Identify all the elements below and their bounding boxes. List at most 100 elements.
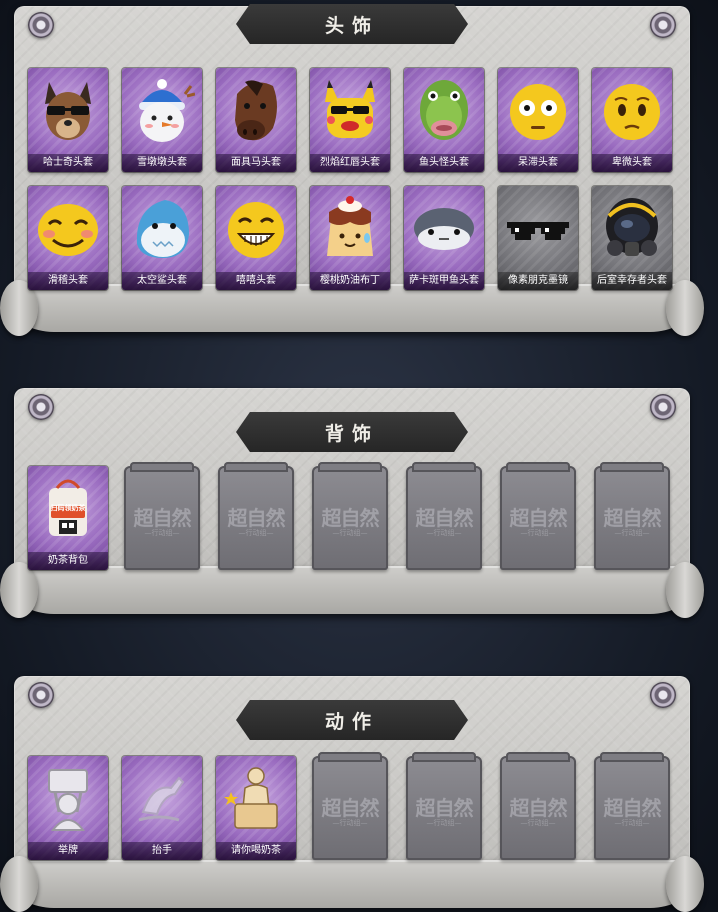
stunned-emoji-mask-icon [505, 74, 571, 148]
backpack-sign-text: 扫码领奶茶 [50, 504, 86, 512]
emblem-icon [28, 394, 54, 420]
locked-slot: 超自然 —行动组— [218, 462, 294, 570]
emblem-icon [650, 682, 676, 708]
emblem-icon [28, 12, 54, 38]
panel-scroll-bottom [14, 566, 690, 614]
item-label: 雪墩墩头套 [122, 154, 202, 172]
item-label: 面具马头套 [216, 154, 296, 172]
section-title-plate: 动作 [236, 700, 468, 740]
gas-mask-helmet-icon [599, 192, 665, 266]
milk-tea-backpack-icon: 扫码领奶茶 [35, 472, 101, 546]
locked-watermark: 超自然 [509, 796, 568, 820]
locked-slot: 超自然 —行动组— [500, 462, 576, 570]
locked-watermark: 超自然 [603, 796, 662, 820]
item-card-hold-sign-action[interactable]: 举牌 [28, 756, 108, 860]
item-label: 滑稽头套 [28, 272, 108, 290]
item-label: 卑微头套 [592, 154, 672, 172]
pixel-sunglasses-icon [505, 192, 571, 266]
horse-mask-icon [223, 74, 289, 148]
locked-watermark-sub: —行动组— [238, 529, 274, 537]
fish-head-mask-icon [411, 74, 477, 148]
item-card-husky-mask[interactable]: 哈士奇头套 [28, 68, 108, 172]
item-card-humble-emoji-mask[interactable]: 卑微头套 [592, 68, 672, 172]
item-card-funny-emoji-mask[interactable]: 滑稽头套 [28, 186, 108, 290]
locked-watermark-sub: —行动组— [426, 529, 462, 537]
scroll-roll-left [0, 856, 38, 912]
item-card-horse-mask[interactable]: 面具马头套 [216, 68, 296, 172]
locked-watermark: 超自然 [321, 506, 380, 530]
action-panel: 动作 举牌 抬手 请你喝奶茶 超自然 —行动组— 超自然 —行动组— 超自然 —行动组… [0, 676, 704, 912]
locked-slot: 超自然 —行动组— [594, 752, 670, 860]
scroll-roll-left [0, 562, 38, 618]
locked-watermark: 超自然 [509, 506, 568, 530]
scroll-roll-right [666, 856, 704, 912]
section-title: 头饰 [324, 14, 379, 37]
item-label: 嘻嘻头套 [216, 272, 296, 290]
item-card-raise-hand-action[interactable]: 抬手 [122, 756, 202, 860]
locked-slot: 超自然 —行动组— [406, 462, 482, 570]
item-label: 萨卡斑甲鱼头套 [404, 272, 484, 290]
locked-watermark: 超自然 [415, 796, 474, 820]
locked-watermark-sub: —行动组— [332, 819, 368, 827]
locked-watermark-sub: —行动组— [614, 819, 650, 827]
locked-slot: 超自然 —行动组— [406, 752, 482, 860]
item-card-stunned-emoji-mask[interactable]: 呆滞头套 [498, 68, 578, 172]
locked-watermark: 超自然 [415, 506, 474, 530]
item-label: 太空鲨头套 [122, 272, 202, 290]
funny-emoji-mask-icon [35, 192, 101, 266]
item-label: 像素朋克墨镜 [498, 272, 578, 290]
item-label: 呆滞头套 [498, 154, 578, 172]
item-card-milk-tea-backpack[interactable]: 扫码领奶茶 奶茶背包 [28, 466, 108, 570]
locked-watermark: 超自然 [227, 506, 286, 530]
emblem-icon [650, 12, 676, 38]
item-label: 后室幸存者头套 [592, 272, 672, 290]
item-card-space-shark-mask[interactable]: 太空鲨头套 [122, 186, 202, 290]
snowman-mask-icon [129, 74, 195, 148]
item-card-grin-emoji-mask[interactable]: 嘻嘻头套 [216, 186, 296, 290]
item-label: 樱桃奶油布丁 [310, 272, 390, 290]
item-label: 抬手 [122, 842, 202, 860]
item-card-gas-mask-helmet[interactable]: 后室幸存者头套 [592, 186, 672, 290]
item-card-pixel-sunglasses[interactable]: 像素朋克墨镜 [498, 186, 578, 290]
headwear-grid: 哈士奇头套 雪墩墩头套 面具马头套 烈焰红唇头套 鱼头怪头套 呆滞头套 卑微头套… [28, 68, 672, 290]
action-grid: 举牌 抬手 请你喝奶茶 超自然 —行动组— 超自然 —行动组— 超自然 —行动组— 超… [28, 752, 672, 860]
item-card-treat-milk-tea-action[interactable]: 请你喝奶茶 [216, 756, 296, 860]
item-label: 举牌 [28, 842, 108, 860]
space-shark-mask-icon [129, 192, 195, 266]
hold-sign-action-icon [35, 762, 101, 836]
locked-slot: 超自然 —行动组— [312, 752, 388, 860]
item-card-pikachu-lips-mask[interactable]: 烈焰红唇头套 [310, 68, 390, 172]
locked-watermark-sub: —行动组— [520, 529, 556, 537]
item-card-fish-head-mask[interactable]: 鱼头怪头套 [404, 68, 484, 172]
locked-slot: 超自然 —行动组— [500, 752, 576, 860]
item-card-pudding-mask[interactable]: 樱桃奶油布丁 [310, 186, 390, 290]
locked-watermark-sub: —行动组— [332, 529, 368, 537]
back-accessory-panel: 背饰 扫码领奶茶 奶茶背包 超自然 —行动组— 超自然 —行动组— 超自然 —行动组—… [0, 388, 704, 618]
headwear-panel: 头饰 哈士奇头套 雪墩墩头套 面具马头套 烈焰红唇头套 鱼头怪头套 呆滞头套 卑… [0, 4, 704, 336]
grin-emoji-mask-icon [223, 192, 289, 266]
panel-scroll-bottom [14, 860, 690, 908]
item-card-snowman-mask[interactable]: 雪墩墩头套 [122, 68, 202, 172]
section-title: 背饰 [324, 422, 379, 445]
humble-emoji-mask-icon [599, 74, 665, 148]
section-title-plate: 头饰 [236, 4, 468, 44]
locked-watermark-sub: —行动组— [144, 529, 180, 537]
item-label: 请你喝奶茶 [216, 842, 296, 860]
panel-scroll-bottom [14, 284, 690, 332]
item-label: 鱼头怪头套 [404, 154, 484, 172]
locked-watermark: 超自然 [133, 506, 192, 530]
emblem-icon [650, 394, 676, 420]
item-card-sacabambaspis-mask[interactable]: 萨卡斑甲鱼头套 [404, 186, 484, 290]
item-label: 奶茶背包 [28, 552, 108, 570]
pikachu-lips-mask-icon [317, 74, 383, 148]
sacabambaspis-mask-icon [411, 192, 477, 266]
locked-watermark-sub: —行动组— [426, 819, 462, 827]
raise-hand-action-icon [129, 762, 195, 836]
item-label: 哈士奇头套 [28, 154, 108, 172]
pudding-mask-icon [317, 192, 383, 266]
locked-watermark: 超自然 [321, 796, 380, 820]
husky-mask-icon [35, 74, 101, 148]
locked-slot: 超自然 —行动组— [594, 462, 670, 570]
locked-watermark: 超自然 [603, 506, 662, 530]
back-accessory-grid: 扫码领奶茶 奶茶背包 超自然 —行动组— 超自然 —行动组— 超自然 —行动组— 超自… [28, 462, 672, 570]
